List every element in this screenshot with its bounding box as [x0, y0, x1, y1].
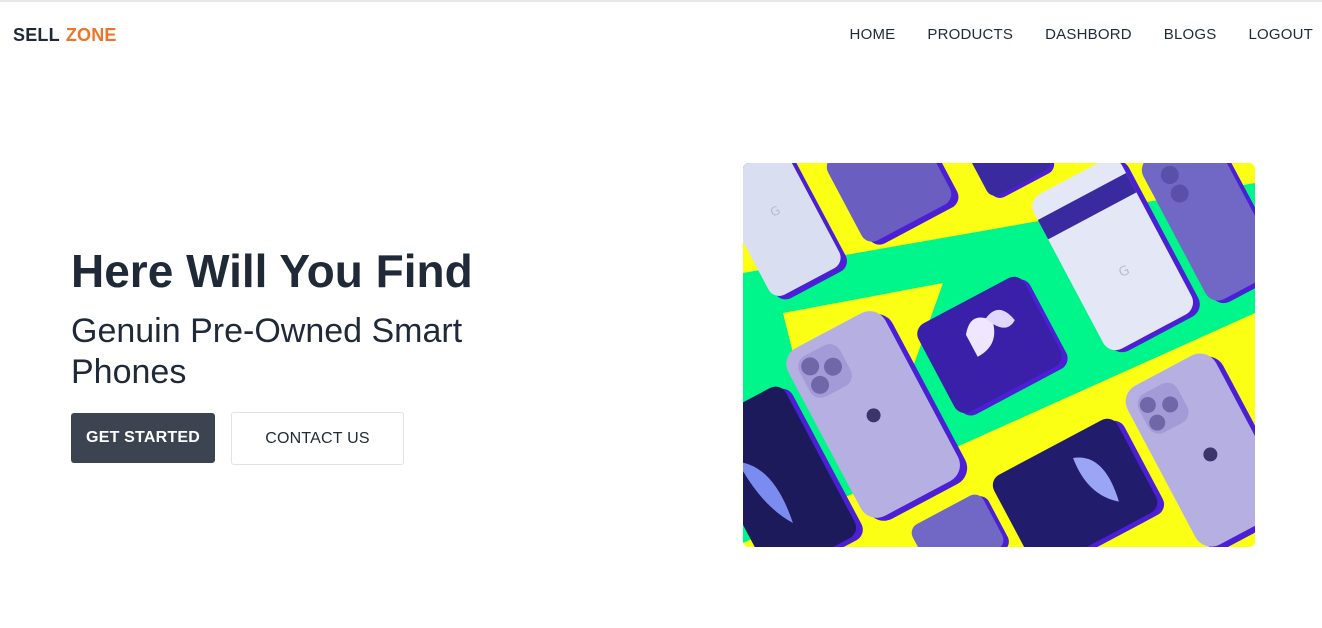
nav-item-home[interactable]: HOME — [850, 26, 896, 43]
nav-item-products[interactable]: PRODUCTS — [927, 26, 1013, 43]
hero-phones-image: G G — [743, 163, 1255, 547]
nav-item-logout[interactable]: LOGOUT — [1248, 26, 1313, 43]
nav-menu: HOME PRODUCTS DASHBORD BLOGS LOGOUT — [818, 26, 1313, 43]
nav-item-blogs[interactable]: BLOGS — [1164, 26, 1217, 43]
brand-part-zone: ZONE — [65, 25, 117, 45]
brand-logo[interactable]: SELL ZONE — [13, 25, 117, 46]
contact-us-button[interactable]: CONTACT US — [231, 412, 404, 465]
hero-title: Here Will You Find — [71, 245, 473, 297]
navbar: SELL ZONE HOME PRODUCTS DASHBORD BLOGS LO… — [0, 2, 1322, 68]
hero-subtitle: Genuin Pre-Owned Smart Phones — [71, 312, 463, 391]
get-started-button[interactable]: GET STARTED — [71, 413, 215, 463]
nav-item-dashboard[interactable]: DASHBORD — [1045, 26, 1132, 43]
brand-part-sell: SELL — [13, 25, 60, 45]
